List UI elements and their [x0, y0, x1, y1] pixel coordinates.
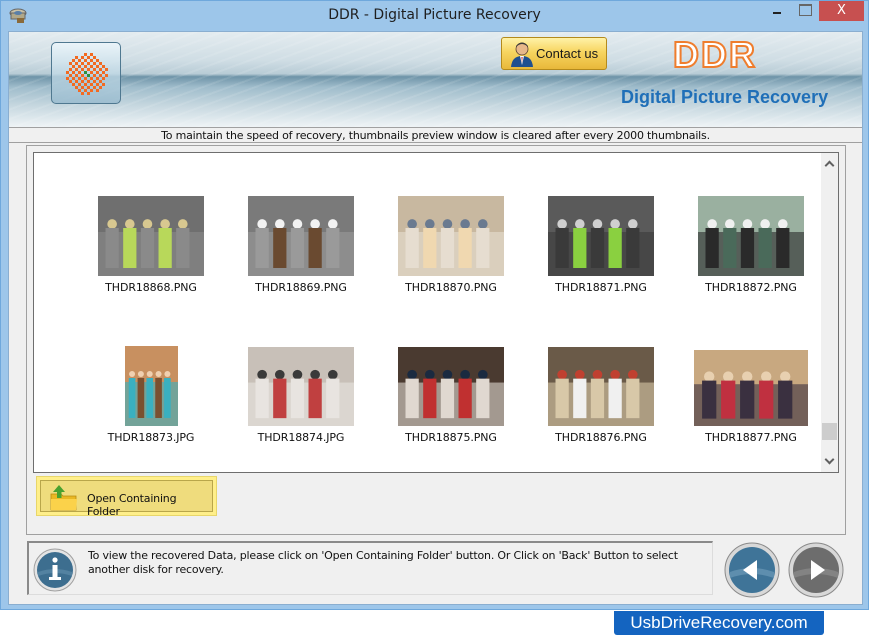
- vertical-scrollbar[interactable]: [821, 153, 838, 472]
- thumbnail-image: [248, 196, 354, 276]
- open-containing-folder-button[interactable]: Open Containing Folder: [36, 476, 217, 518]
- thumbnail-filename: THDR18877.PNG: [705, 431, 797, 444]
- thumbnail-image: [398, 347, 504, 426]
- thumbnail-filename: THDR18868.PNG: [105, 281, 197, 294]
- thumbnail-item[interactable]: THDR18868.PNG: [81, 196, 221, 294]
- header-banner: Contact us DDR Digital Picture Recovery: [9, 32, 862, 128]
- thumbnail-item[interactable]: THDR18871.PNG: [531, 196, 671, 294]
- thumbnail-item[interactable]: THDR18874.JPG: [231, 347, 371, 444]
- brand-logo-text: DDR: [672, 33, 757, 76]
- thumbnail-item[interactable]: THDR18872.PNG: [681, 196, 821, 294]
- maximize-button[interactable]: [797, 1, 815, 21]
- thumbnail-filename: THDR18872.PNG: [705, 281, 797, 294]
- thumbnail-notice: To maintain the speed of recovery, thumb…: [9, 128, 862, 143]
- thumbnail-image: [248, 347, 354, 426]
- thumbnail-item[interactable]: THDR18876.PNG: [531, 347, 671, 444]
- thumbnail-item[interactable]: THDR18870.PNG: [381, 196, 521, 294]
- thumbnail-preview-window: THDR18868.PNG THDR18869.PNG THDR18870.PNG T…: [33, 152, 839, 473]
- scroll-up-arrow-icon[interactable]: [821, 155, 838, 172]
- close-button[interactable]: X: [819, 1, 864, 21]
- contact-us-button[interactable]: Contact us: [501, 37, 607, 70]
- thumbnail-image: [698, 196, 804, 276]
- folder-up-arrow-icon: [50, 485, 77, 511]
- scroll-down-arrow-icon[interactable]: [821, 453, 838, 470]
- recovered-files-panel: THDR18868.PNG THDR18869.PNG THDR18870.PNG T…: [26, 145, 846, 535]
- thumbnail-filename: THDR18870.PNG: [405, 281, 497, 294]
- close-icon: X: [837, 3, 846, 18]
- thumbnail-image: [98, 196, 204, 276]
- title-bar[interactable]: DDR - Digital Picture Recovery X: [1, 1, 868, 31]
- thumbnail-grid: THDR18868.PNG THDR18869.PNG THDR18870.PNG T…: [34, 153, 821, 472]
- website-badge[interactable]: UsbDriveRecovery.com: [614, 611, 824, 635]
- info-icon: [33, 548, 77, 592]
- thumbnail-filename: THDR18876.PNG: [555, 431, 647, 444]
- window-title: DDR - Digital Picture Recovery: [328, 7, 541, 23]
- info-message-panel: To view the recovered Data, please click…: [27, 541, 713, 595]
- thumbnail-image: [124, 346, 178, 426]
- open-containing-folder-label: Open Containing Folder: [87, 492, 177, 518]
- info-message-text: To view the recovered Data, please click…: [88, 549, 678, 576]
- client-area: Contact us DDR Digital Picture Recovery …: [8, 31, 863, 605]
- contact-us-label: Contact us: [536, 46, 599, 61]
- thumbnail-item[interactable]: THDR18877.PNG: [681, 350, 821, 444]
- thumbnail-item[interactable]: THDR18873.JPG: [81, 346, 221, 444]
- thumbnail-filename: THDR18871.PNG: [555, 281, 647, 294]
- thumbnail-item[interactable]: THDR18869.PNG: [231, 196, 371, 294]
- thumbnail-image: [548, 196, 654, 276]
- person-avatar-icon: [511, 42, 533, 67]
- app-logo: [51, 42, 121, 104]
- thumbnail-image: [398, 196, 504, 276]
- thumbnail-filename: THDR18874.JPG: [257, 431, 345, 444]
- thumbnail-filename: THDR18875.PNG: [405, 431, 497, 444]
- minimize-button[interactable]: [769, 1, 787, 21]
- thumbnail-filename: THDR18869.PNG: [255, 281, 347, 294]
- app-window: DDR - Digital Picture Recovery X Contact…: [0, 0, 869, 610]
- next-button[interactable]: [788, 542, 844, 598]
- thumbnail-image: [548, 347, 654, 426]
- scrollbar-thumb[interactable]: [822, 422, 837, 440]
- back-button[interactable]: [724, 542, 780, 598]
- orange-checker-logo-icon: [66, 53, 108, 95]
- thumbnail-item[interactable]: THDR18875.PNG: [381, 347, 521, 444]
- thumbnail-image: [694, 350, 808, 426]
- brand-subtitle: Digital Picture Recovery: [621, 87, 829, 107]
- thumbnail-filename: THDR18873.JPG: [107, 431, 195, 444]
